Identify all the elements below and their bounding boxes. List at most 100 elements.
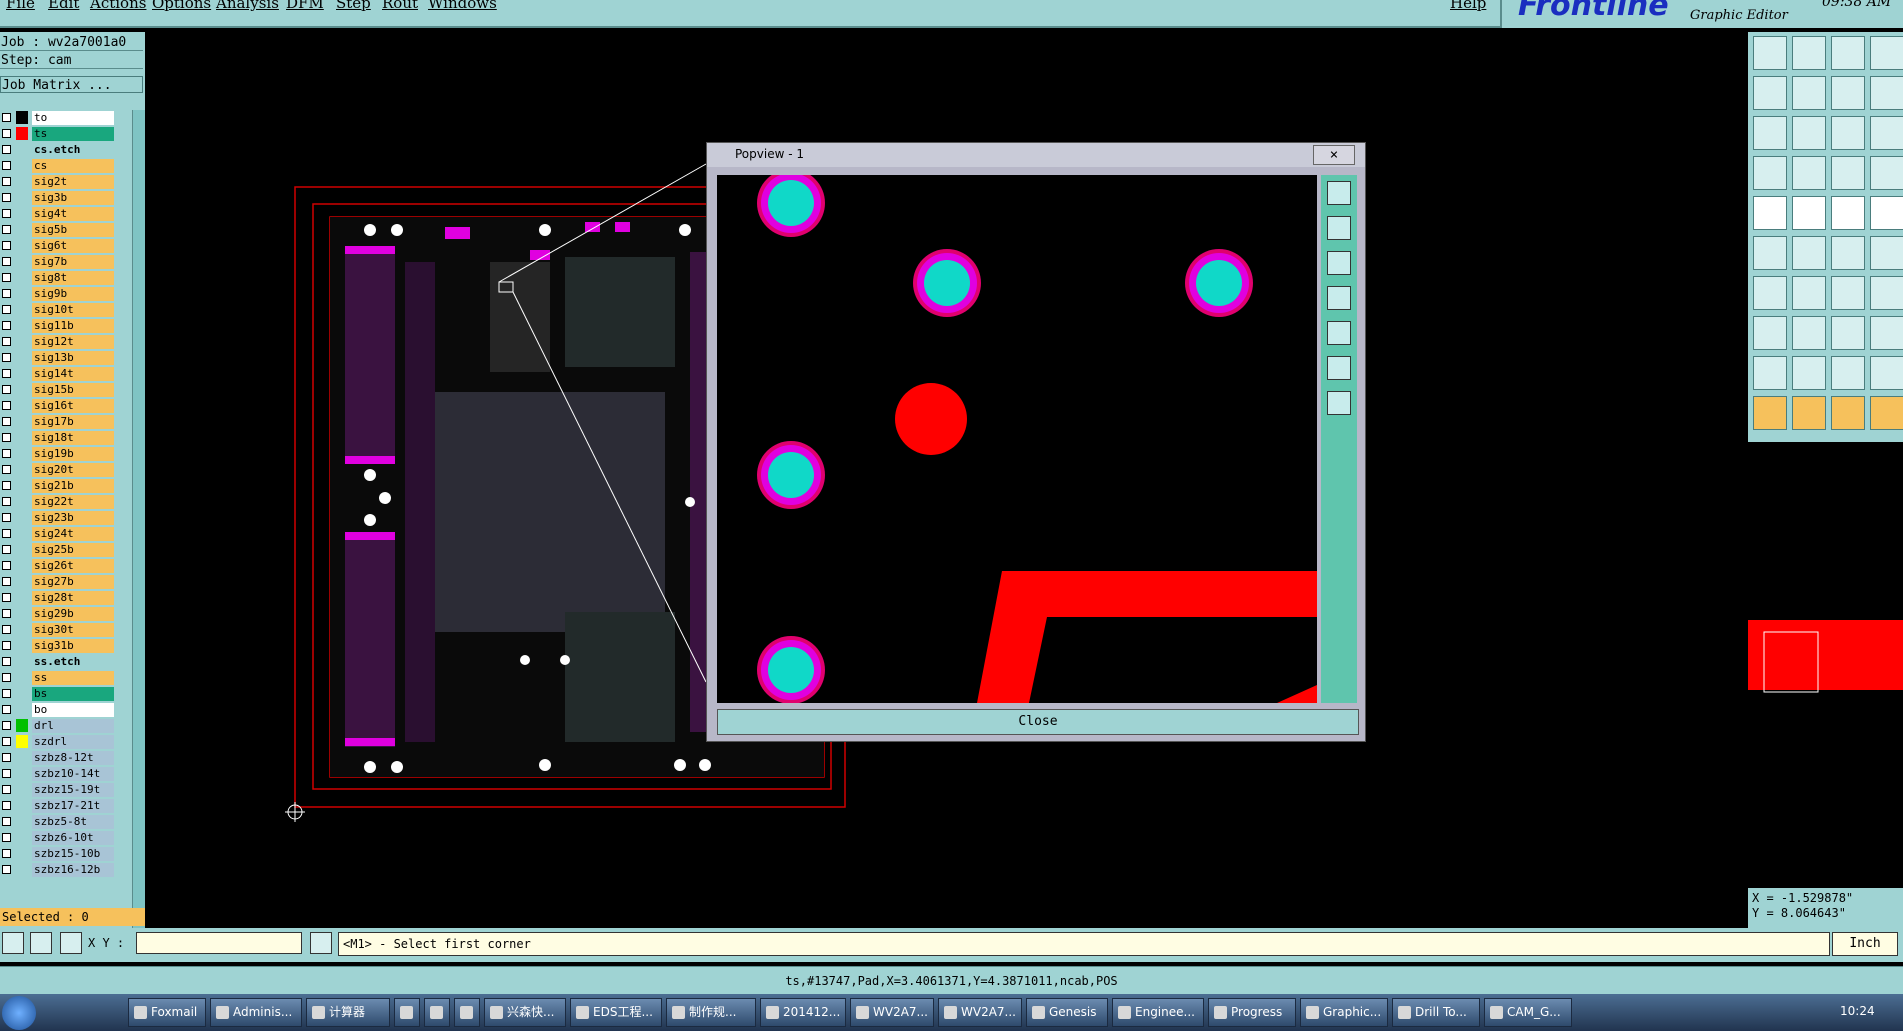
taskbar-item[interactable]: Enginee...	[1112, 998, 1204, 1027]
open-step-icon[interactable]	[1753, 36, 1787, 70]
zoom-fit-icon[interactable]	[1831, 76, 1865, 110]
layer-name[interactable]: sig5b	[32, 223, 114, 237]
layer-name[interactable]: sig23b	[32, 511, 114, 525]
node-icon[interactable]	[1753, 236, 1787, 270]
popview-pan-right-icon[interactable]	[1327, 321, 1351, 345]
layer-row[interactable]: sig22t	[0, 494, 132, 510]
layer-row[interactable]: szbz16-12b	[0, 862, 132, 878]
layer-row[interactable]: sig23b	[0, 510, 132, 526]
layer-checkbox[interactable]	[2, 177, 11, 186]
taskbar-item[interactable]	[424, 998, 450, 1027]
taskbar-item[interactable]	[454, 998, 480, 1027]
layer-row[interactable]: sig27b	[0, 574, 132, 590]
layer-checkbox[interactable]	[2, 145, 11, 154]
layer-row[interactable]: drl	[0, 718, 132, 734]
layer-checkbox[interactable]	[2, 705, 11, 714]
layer-checkbox[interactable]	[2, 337, 11, 346]
layer-name[interactable]: sig28t	[32, 591, 114, 605]
ruler-icon[interactable]	[1831, 196, 1865, 230]
save-icon[interactable]	[1792, 36, 1826, 70]
layer-row[interactable]: sig10t	[0, 302, 132, 318]
angle-icon[interactable]	[1753, 276, 1787, 310]
unit-selector[interactable]: Inch	[1832, 932, 1898, 956]
layer-row[interactable]: sig25b	[0, 542, 132, 558]
taskbar-item[interactable]: Genesis	[1026, 998, 1108, 1027]
layer-name[interactable]: ss.etch	[32, 655, 114, 669]
probe-icon[interactable]	[1792, 156, 1826, 190]
layer-checkbox[interactable]	[2, 481, 11, 490]
layer-checkbox[interactable]	[2, 449, 11, 458]
layer-row[interactable]: sig3b	[0, 190, 132, 206]
layer-row[interactable]: bs	[0, 686, 132, 702]
layer-name[interactable]: sig12t	[32, 335, 114, 349]
layer-name[interactable]: sig9b	[32, 287, 114, 301]
layer-row[interactable]: sig16t	[0, 398, 132, 414]
grid-icon[interactable]	[60, 932, 82, 954]
layer-name[interactable]: sig24t	[32, 527, 114, 541]
taskbar-item[interactable]: 兴森快...	[484, 998, 566, 1027]
layer-name[interactable]: ss	[32, 671, 114, 685]
layer-checkbox[interactable]	[2, 273, 11, 282]
taskbar-item[interactable]: 201412...	[760, 998, 846, 1027]
layer-row[interactable]: sig29b	[0, 606, 132, 622]
layer-name[interactable]: szbz8-12t	[32, 751, 114, 765]
help-icon[interactable]	[1870, 116, 1903, 150]
layer-row[interactable]: ss.etch	[0, 654, 132, 670]
taskbar-item[interactable]: CAM_G...	[1484, 998, 1572, 1027]
layer-checkbox[interactable]	[2, 513, 11, 522]
menu-analysis[interactable]: Analysis	[216, 0, 279, 12]
layer-name[interactable]: szbz17-21t	[32, 799, 114, 813]
layer-row[interactable]: sig24t	[0, 526, 132, 542]
menu-options[interactable]: Options	[152, 0, 211, 12]
taskbar-item[interactable]: Adminis...	[210, 998, 302, 1027]
arc-icon[interactable]	[1831, 276, 1865, 310]
layer-checkbox[interactable]	[2, 241, 11, 250]
layer-name[interactable]: sig30t	[32, 623, 114, 637]
menu-help[interactable]: Help	[1450, 0, 1486, 12]
menu-edit[interactable]: Edit	[48, 0, 79, 12]
layer-name[interactable]: to	[32, 111, 114, 125]
measure-tool-icon[interactable]	[1753, 156, 1787, 190]
layer-checkbox[interactable]	[2, 817, 11, 826]
layer-name[interactable]: sig21b	[32, 479, 114, 493]
layer-checkbox[interactable]	[2, 641, 11, 650]
layer-row[interactable]: szbz17-21t	[0, 798, 132, 814]
line-add-icon[interactable]	[1792, 196, 1826, 230]
layer-row[interactable]: ss	[0, 670, 132, 686]
layer-name[interactable]: sig31b	[32, 639, 114, 653]
layer-checkbox[interactable]	[2, 433, 11, 442]
layer-color-swatch[interactable]	[16, 735, 28, 748]
bus-icon[interactable]	[1870, 276, 1903, 310]
layer-row[interactable]: szbz6-10t	[0, 830, 132, 846]
layer-name[interactable]: szdrl	[32, 735, 114, 749]
pan-icon[interactable]	[1753, 116, 1787, 150]
layer-row[interactable]: szbz15-19t	[0, 782, 132, 798]
layer-checkbox[interactable]	[2, 673, 11, 682]
layer-name[interactable]: sig13b	[32, 351, 114, 365]
layer-checkbox[interactable]	[2, 465, 11, 474]
layer-checkbox[interactable]	[2, 609, 11, 618]
xy-input[interactable]	[136, 932, 302, 954]
taskbar-item[interactable]: Foxmail	[128, 998, 206, 1027]
popview-zoom-in-icon[interactable]	[1327, 356, 1351, 380]
pad-add-icon[interactable]	[1753, 196, 1787, 230]
layer-checkbox[interactable]	[2, 721, 11, 730]
layer-row[interactable]: sig28t	[0, 590, 132, 606]
layer-checkbox[interactable]	[2, 657, 11, 666]
layer-name[interactable]: sig3b	[32, 191, 114, 205]
zoom-home-icon[interactable]	[1753, 76, 1787, 110]
layer-checkbox[interactable]	[2, 577, 11, 586]
layer-row[interactable]: sig7b	[0, 254, 132, 270]
layer-name[interactable]: sig10t	[32, 303, 114, 317]
layer-name[interactable]: drl	[32, 719, 114, 733]
pointer-icon[interactable]	[1753, 396, 1787, 430]
layer-checkbox[interactable]	[2, 209, 11, 218]
layer-color-swatch[interactable]	[16, 111, 28, 124]
home-icon[interactable]	[1831, 36, 1865, 70]
layer-row[interactable]: sig18t	[0, 430, 132, 446]
layer-row[interactable]: ts	[0, 126, 132, 142]
layer-row[interactable]: bo	[0, 702, 132, 718]
layer-checkbox[interactable]	[2, 769, 11, 778]
layer-checkbox[interactable]	[2, 833, 11, 842]
layer-row[interactable]: sig30t	[0, 622, 132, 638]
